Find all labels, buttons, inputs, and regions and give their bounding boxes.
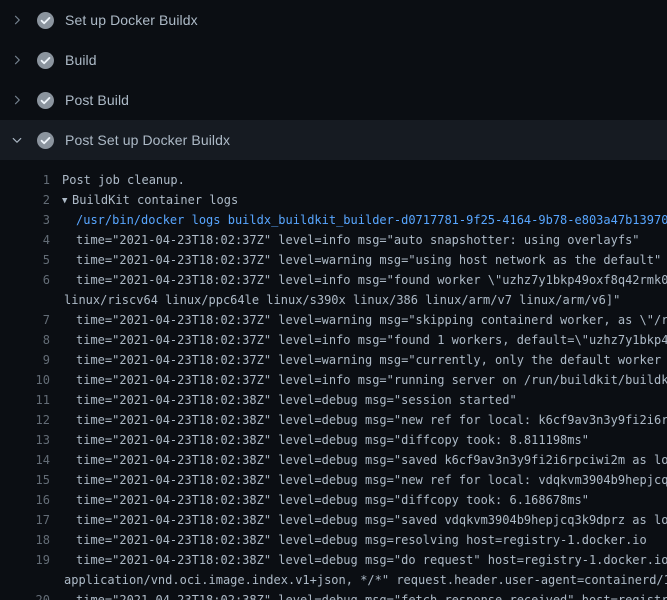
log-line-number[interactable]: 10 [0, 370, 50, 390]
chevron-right-icon[interactable] [6, 54, 28, 66]
log-line: 8 time="2021-04-23T18:02:37Z" level=info… [0, 330, 667, 350]
log-line-number[interactable]: 6 [0, 270, 50, 290]
log-line: 15 time="2021-04-23T18:02:38Z" level=deb… [0, 470, 667, 490]
log-line: 4 time="2021-04-23T18:02:37Z" level=info… [0, 230, 667, 250]
log-line-number[interactable]: 9 [0, 350, 50, 370]
log-line: 14 time="2021-04-23T18:02:38Z" level=deb… [0, 450, 667, 470]
log-line-text: time="2021-04-23T18:02:38Z" level=debug … [50, 550, 667, 570]
log-line-text: time="2021-04-23T18:02:38Z" level=debug … [50, 530, 647, 550]
log-line-continuation: application/vnd.oci.image.index.v1+json,… [0, 570, 667, 590]
log-output[interactable]: 1 Post job cleanup. 2 ▼BuildKit containe… [0, 160, 667, 600]
chevron-right-icon[interactable] [6, 94, 28, 106]
log-line: 7 time="2021-04-23T18:02:37Z" level=warn… [0, 310, 667, 330]
log-line-text: BuildKit container logs [72, 193, 238, 207]
log-line-text: time="2021-04-23T18:02:37Z" level=info m… [50, 230, 640, 250]
log-line-number[interactable]: 12 [0, 410, 50, 430]
log-line-number[interactable]: 14 [0, 450, 50, 470]
log-line-text: application/vnd.oci.image.index.v1+json,… [50, 570, 667, 590]
log-line-text: time="2021-04-23T18:02:37Z" level=warnin… [50, 310, 667, 330]
step-label: Post Set up Docker Buildx [65, 132, 230, 148]
log-line-text: time="2021-04-23T18:02:38Z" level=debug … [50, 450, 667, 470]
step-label: Build [65, 52, 97, 68]
log-line: 11 time="2021-04-23T18:02:38Z" level=deb… [0, 390, 667, 410]
log-line-text: time="2021-04-23T18:02:38Z" level=debug … [50, 470, 667, 490]
log-line-number[interactable]: 5 [0, 250, 50, 270]
log-line-number[interactable]: 20 [0, 590, 50, 600]
log-line-text: time="2021-04-23T18:02:38Z" level=debug … [50, 430, 589, 450]
log-line-text: time="2021-04-23T18:02:37Z" level=warnin… [50, 250, 661, 270]
log-line-number[interactable]: 3 [0, 210, 50, 230]
step-row-post-build[interactable]: Post Build [0, 80, 667, 120]
triangle-down-icon[interactable]: ▼ [62, 191, 72, 211]
check-circle-icon [36, 131, 54, 149]
log-line: 10 time="2021-04-23T18:02:37Z" level=inf… [0, 370, 667, 390]
log-line-number[interactable]: 11 [0, 390, 50, 410]
log-line-number[interactable]: 19 [0, 550, 50, 570]
log-line-text: time="2021-04-23T18:02:37Z" level=info m… [50, 330, 667, 350]
log-line-text: time="2021-04-23T18:02:38Z" level=debug … [50, 490, 589, 510]
log-line-number[interactable]: 18 [0, 530, 50, 550]
log-line-text: time="2021-04-23T18:02:37Z" level=info m… [50, 370, 667, 390]
log-line-number[interactable]: 15 [0, 470, 50, 490]
log-line-text: time="2021-04-23T18:02:38Z" level=debug … [50, 510, 667, 530]
log-line-number[interactable]: 17 [0, 510, 50, 530]
log-line-command-link[interactable]: /usr/bin/docker logs buildx_buildkit_bui… [50, 210, 667, 230]
workflow-step-list: Set up Docker Buildx Build P [0, 0, 667, 160]
step-row-set-up-docker-buildx[interactable]: Set up Docker Buildx [0, 0, 667, 40]
log-line: 5 time="2021-04-23T18:02:37Z" level=warn… [0, 250, 667, 270]
step-row-post-set-up-docker-buildx[interactable]: Post Set up Docker Buildx [0, 120, 667, 160]
log-line: 9 time="2021-04-23T18:02:37Z" level=warn… [0, 350, 667, 370]
log-line-number[interactable]: 2 [0, 190, 50, 210]
log-line-text: time="2021-04-23T18:02:37Z" level=info m… [50, 270, 667, 290]
log-group-wrapper: ▼BuildKit container logs [50, 190, 238, 210]
log-line: 6 time="2021-04-23T18:02:37Z" level=info… [0, 270, 667, 290]
log-line-text: time="2021-04-23T18:02:38Z" level=debug … [50, 590, 667, 600]
log-line-text: time="2021-04-23T18:02:37Z" level=warnin… [50, 350, 667, 370]
log-line-number[interactable]: 1 [0, 170, 50, 190]
step-row-build[interactable]: Build [0, 40, 667, 80]
log-line-text: time="2021-04-23T18:02:38Z" level=debug … [50, 390, 517, 410]
check-circle-icon [36, 11, 54, 29]
log-line: 12 time="2021-04-23T18:02:38Z" level=deb… [0, 410, 667, 430]
chevron-right-icon[interactable] [6, 14, 28, 26]
log-line: 3 /usr/bin/docker logs buildx_buildkit_b… [0, 210, 667, 230]
log-line: 19 time="2021-04-23T18:02:38Z" level=deb… [0, 550, 667, 570]
chevron-down-icon[interactable] [6, 134, 28, 146]
log-line-text: linux/riscv64 linux/ppc64le linux/s390x … [50, 290, 620, 310]
log-line: 18 time="2021-04-23T18:02:38Z" level=deb… [0, 530, 667, 550]
log-line-text: time="2021-04-23T18:02:38Z" level=debug … [50, 410, 667, 430]
step-label: Post Build [65, 92, 129, 108]
log-line-number[interactable]: 8 [0, 330, 50, 350]
log-line-continuation: linux/riscv64 linux/ppc64le linux/s390x … [0, 290, 667, 310]
check-circle-icon [36, 51, 54, 69]
log-line-number[interactable]: 7 [0, 310, 50, 330]
log-line: 1 Post job cleanup. [0, 170, 667, 190]
log-line: 17 time="2021-04-23T18:02:38Z" level=deb… [0, 510, 667, 530]
log-line: 20 time="2021-04-23T18:02:38Z" level=deb… [0, 590, 667, 600]
log-line-group-header[interactable]: 2 ▼BuildKit container logs [0, 190, 667, 210]
log-line: 13 time="2021-04-23T18:02:38Z" level=deb… [0, 430, 667, 450]
check-circle-icon [36, 91, 54, 109]
log-line-text: Post job cleanup. [50, 170, 185, 190]
step-label: Set up Docker Buildx [65, 12, 198, 28]
log-line-number[interactable]: 13 [0, 430, 50, 450]
log-line-number[interactable]: 16 [0, 490, 50, 510]
log-line: 16 time="2021-04-23T18:02:38Z" level=deb… [0, 490, 667, 510]
log-line-number[interactable]: 4 [0, 230, 50, 250]
